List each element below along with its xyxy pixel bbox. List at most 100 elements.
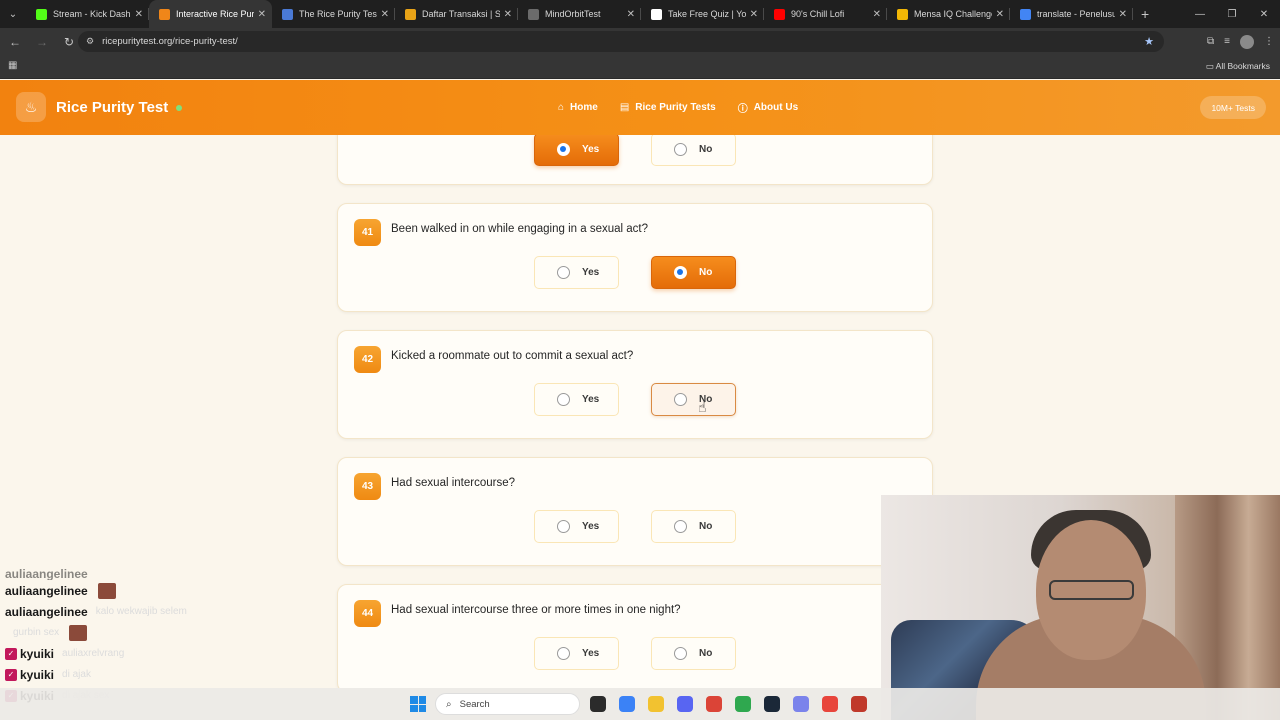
rice-logo-icon[interactable]: ♨ (16, 92, 46, 122)
browser-tab[interactable]: Take Free Quiz | Your ✕ (641, 0, 764, 28)
file-explorer-icon[interactable] (648, 696, 664, 712)
tab-close-icon[interactable]: ✕ (1119, 9, 1127, 20)
question-text: Kicked a roommate out to commit a sexual… (391, 350, 634, 362)
chat-message: auliaangelinee (5, 580, 295, 601)
forward-icon[interactable]: → (30, 30, 54, 54)
radio-circle-icon[interactable] (557, 266, 570, 279)
tab-favicon-icon (159, 8, 170, 20)
tab-favicon-icon (528, 8, 539, 20)
browser-tab[interactable]: Stream - Kick Dashbo ✕ (26, 0, 149, 28)
radio-circle-icon[interactable] (557, 520, 570, 533)
site-brand[interactable]: Rice Purity Test (56, 99, 168, 116)
browser-tab[interactable]: The Rice Purity Test ✕ (272, 0, 395, 28)
site-info-icon[interactable]: ⚙ (86, 36, 94, 47)
chat-text: auliaxrelvrang (62, 648, 125, 659)
profile-avatar[interactable] (1240, 34, 1254, 49)
question-card: Yes No (337, 135, 933, 185)
yes-option-label: Yes (582, 648, 600, 659)
back-icon[interactable]: ← (3, 30, 27, 54)
tab-favicon-icon (897, 8, 908, 20)
all-bookmarks-button[interactable]: ▭ All Bookmarks (1206, 61, 1270, 72)
chrome-profile-icon[interactable] (735, 696, 751, 712)
yes-option-label: Yes (582, 144, 600, 155)
omnibox[interactable]: ⚙ ricepuritytest.org/rice-purity-test/ ★ (78, 31, 1164, 52)
tab-close-icon[interactable]: ✕ (258, 9, 266, 20)
no-option-button[interactable]: No (651, 135, 736, 166)
tests-count-badge: 10M+ Tests (1200, 96, 1266, 119)
nav-item[interactable]: ⓘ About Us (738, 100, 798, 115)
steam-icon[interactable] (764, 696, 780, 712)
browser-tab[interactable]: 90's Chill Lofi ✕ (764, 0, 887, 28)
tab-close-icon[interactable]: ✕ (627, 9, 635, 20)
browser-tab[interactable]: Daftar Transaksi | Sa ✕ (395, 0, 518, 28)
radio-circle-icon[interactable] (674, 520, 687, 533)
radio-circle-icon[interactable] (557, 393, 570, 406)
bookmark-star-icon[interactable]: ★ (1144, 35, 1154, 48)
radio-circle-icon[interactable] (674, 266, 687, 279)
windows-start-icon[interactable] (410, 696, 426, 712)
search-icon: ⌕ (446, 698, 452, 710)
browser-tab-strip: ⌄ Stream - Kick Dashbo✕Interactive Rice … (0, 0, 1280, 28)
copilot-icon[interactable] (619, 696, 635, 712)
tab-close-icon[interactable]: ✕ (504, 9, 512, 20)
nav-item[interactable]: ⌂ Home (558, 100, 598, 115)
radio-circle-icon[interactable] (674, 143, 687, 156)
task-view-icon[interactable] (590, 696, 606, 712)
no-option-label: No (699, 267, 713, 278)
yes-option-button[interactable]: Yes (534, 383, 619, 416)
nav-item[interactable]: ▤ Rice Purity Tests (620, 100, 716, 115)
chrome-active-icon[interactable] (822, 696, 838, 712)
question-number-badge: 43 (354, 473, 381, 500)
close-window-icon[interactable]: ✕ (1248, 0, 1280, 28)
chat-username: kyuiki (20, 667, 55, 682)
tab-close-icon[interactable]: ✕ (381, 9, 389, 20)
no-option-button[interactable]: No (651, 637, 736, 670)
browser-tab[interactable]: translate - Penelusur ✕ (1010, 0, 1133, 28)
chat-message: auliaangelinee kalo wekwajib selem (5, 601, 295, 622)
chat-message: ✓ kyuiki di ajak (5, 664, 295, 685)
extensions-icon[interactable]: ⧉ (1207, 36, 1214, 47)
question-text: Had sexual intercourse? (391, 477, 516, 489)
question-card: 44 Had sexual intercourse three or more t… (337, 584, 933, 688)
yes-option-button[interactable]: Yes (534, 256, 619, 289)
browser-tab[interactable]: Mensa IQ Challenge ✕ (887, 0, 1010, 28)
media-controls-icon[interactable]: ≡ (1224, 36, 1230, 47)
new-tab-button[interactable]: + (1141, 6, 1149, 22)
radio-circle-icon[interactable] (674, 647, 687, 660)
browser-tab[interactable]: MindOrbitTest ✕ (518, 0, 641, 28)
browser-menu-icon[interactable]: ⋮ (1264, 36, 1274, 47)
tab-close-icon[interactable]: ✕ (135, 9, 143, 20)
tab-close-icon[interactable]: ✕ (996, 9, 1004, 20)
browser-tab[interactable]: Interactive Rice Purity ✕ (149, 0, 272, 28)
no-option-button[interactable]: No (651, 383, 736, 416)
teams-icon[interactable] (793, 696, 809, 712)
windows-taskbar: ⌕ Search (0, 688, 1280, 720)
question-text: Been walked in on while engaging in a se… (391, 223, 649, 235)
yes-option-button[interactable]: Yes (534, 135, 619, 166)
no-option-button[interactable]: No (651, 256, 736, 289)
no-option-label: No (699, 648, 713, 659)
tab-close-icon[interactable]: ✕ (873, 9, 881, 20)
question-text: Had sexual intercourse three or more tim… (391, 604, 681, 616)
no-option-button[interactable]: No (651, 510, 736, 543)
radio-circle-icon[interactable] (674, 393, 687, 406)
chat-message: auliaangelinee (5, 568, 295, 580)
discord-icon[interactable] (677, 696, 693, 712)
no-option-label: No (699, 521, 713, 532)
tab-search-icon[interactable]: ⌄ (0, 0, 26, 28)
radio-circle-icon[interactable] (557, 647, 570, 660)
url-text[interactable]: ricepuritytest.org/rice-purity-test/ (102, 36, 238, 47)
restore-icon[interactable]: ❐ (1216, 0, 1248, 28)
yes-option-button[interactable]: Yes (534, 510, 619, 543)
taskbar-search[interactable]: ⌕ Search (435, 693, 580, 715)
yes-option-button[interactable]: Yes (534, 637, 619, 670)
tab-close-icon[interactable]: ✕ (750, 9, 758, 20)
radio-circle-icon[interactable] (557, 143, 570, 156)
minimize-icon[interactable]: — (1184, 0, 1216, 28)
obs-icon[interactable] (851, 696, 867, 712)
chrome-icon[interactable] (706, 696, 722, 712)
chat-emote-icon (69, 624, 88, 641)
mouse-pointer-icon: ☝ (698, 399, 707, 415)
tab-title: Take Free Quiz | Your (668, 9, 746, 19)
apps-grid-icon[interactable]: ▦ (8, 60, 17, 71)
